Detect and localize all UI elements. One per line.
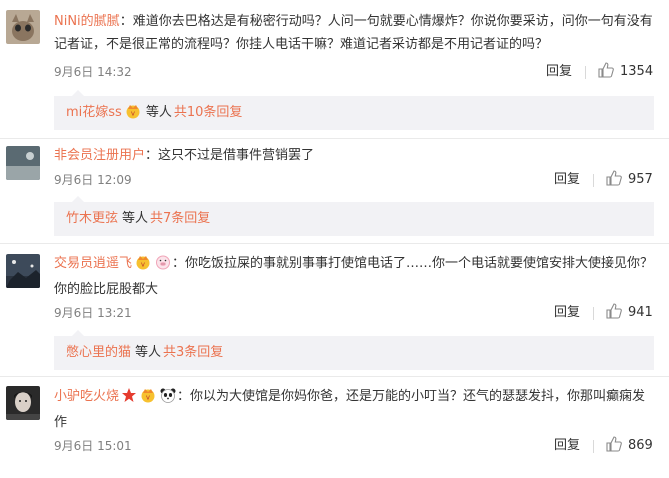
svg-text:v: v xyxy=(146,394,150,402)
reply-summary: mi花嫁ss v 等人 共10条回复 xyxy=(54,90,654,133)
vip-crown-icon: v xyxy=(134,254,152,278)
reply-username-link[interactable]: mi花嫁ss xyxy=(66,105,122,120)
reply-button[interactable]: 回复 xyxy=(554,303,580,323)
reply-username-link[interactable]: 憋心里的猫 xyxy=(66,345,131,360)
comment-text: 交易员逍遥飞 v ：你吃饭拉屎的事就别事事打使馆电话了……你一个电话就要使馆安排大使… xyxy=(54,252,654,301)
timestamp: 9月6日 13:21 xyxy=(54,306,132,320)
like-count: 869 xyxy=(628,438,653,453)
vip-crown-icon: v xyxy=(124,99,142,133)
reply-summary: 憋心里的猫 等人 共3条回复 xyxy=(54,330,654,370)
reply-arrow xyxy=(72,330,84,336)
reply-button[interactable]: 回复 xyxy=(546,62,572,82)
vip-crown-icon: v xyxy=(139,387,157,411)
username-link[interactable]: 非会员注册用户 xyxy=(54,148,145,163)
timestamp: 9月6日 14:32 xyxy=(54,65,132,79)
view-replies-link[interactable]: 共10条回复 xyxy=(174,105,243,120)
divider-line xyxy=(593,174,594,187)
reply-arrow xyxy=(72,90,84,96)
timestamp: 9月6日 15:01 xyxy=(54,439,132,453)
reply-middle-text: 等人 xyxy=(122,211,149,226)
comment-meta: 9月6日 13:21 回复 941 xyxy=(54,303,654,323)
like-count: 941 xyxy=(628,305,653,320)
comment-text: 非会员注册用户：这只不过是借事件营销罢了 xyxy=(54,144,654,167)
thumbs-up-icon xyxy=(598,62,614,78)
like-count: 1354 xyxy=(620,64,654,79)
timestamp: 9月6日 12:09 xyxy=(54,173,132,187)
comment-divider xyxy=(0,243,669,244)
reply-middle-text: 等人 xyxy=(145,105,172,120)
like-button[interactable]: 1354 xyxy=(598,62,653,82)
star-icon xyxy=(121,387,137,411)
like-button[interactable]: 941 xyxy=(606,303,653,323)
reply-middle-text: 等人 xyxy=(135,345,162,360)
thumbs-up-icon xyxy=(606,170,622,186)
reply-username-link[interactable]: 竹木更弦 xyxy=(66,211,118,226)
comment-text: NiNi的腻腻：难道你去巴格达是有秘密行动吗？人问一句就要心情爆炸？你说你要采访… xyxy=(54,10,654,56)
comment-divider xyxy=(0,138,669,139)
thumbs-up-icon xyxy=(606,303,622,319)
comment-text: 小驴吃火烧 v ：你以为大使馆是你妈你爸，还是万能的小叮当？还气的瑟瑟发抖，你那叫癫… xyxy=(54,385,654,434)
avatar[interactable] xyxy=(6,146,40,180)
divider-line xyxy=(585,66,586,79)
comment-divider xyxy=(0,376,669,377)
like-button[interactable]: 957 xyxy=(606,170,653,190)
like-button[interactable]: 869 xyxy=(606,436,653,456)
avatar[interactable] xyxy=(6,254,40,288)
pig-face-icon xyxy=(154,254,172,278)
reply-arrow xyxy=(72,196,84,202)
divider-line xyxy=(593,440,594,453)
panda-face-icon xyxy=(159,387,177,411)
svg-text:v: v xyxy=(141,261,145,269)
comment-body: ：这只不过是借事件营销罢了 xyxy=(145,148,315,163)
reply-summary: 竹木更弦 等人 共7条回复 xyxy=(54,196,654,236)
comment-meta: 9月6日 15:01 回复 869 xyxy=(54,436,654,456)
reply-button[interactable]: 回复 xyxy=(554,170,580,190)
username-link[interactable]: 小驴吃火烧 xyxy=(54,389,119,404)
username-link[interactable]: NiNi的腻腻 xyxy=(54,14,120,29)
view-replies-link[interactable]: 共3条回复 xyxy=(163,345,223,360)
avatar[interactable] xyxy=(6,10,40,44)
comment-meta: 9月6日 12:09 回复 957 xyxy=(54,170,654,190)
svg-text:v: v xyxy=(131,110,135,118)
username-link[interactable]: 交易员逍遥飞 xyxy=(54,256,132,271)
thumbs-up-icon xyxy=(606,436,622,452)
avatar[interactable] xyxy=(6,386,40,420)
view-replies-link[interactable]: 共7条回复 xyxy=(150,211,210,226)
reply-button[interactable]: 回复 xyxy=(554,436,580,456)
comment-meta: 9月6日 14:32 回复 1354 xyxy=(54,62,654,82)
like-count: 957 xyxy=(628,172,653,187)
divider-line xyxy=(593,307,594,320)
comment-body: ：难道你去巴格达是有秘密行动吗？人问一句就要心情爆炸？你说你要采访，问你一句有没… xyxy=(54,14,653,52)
